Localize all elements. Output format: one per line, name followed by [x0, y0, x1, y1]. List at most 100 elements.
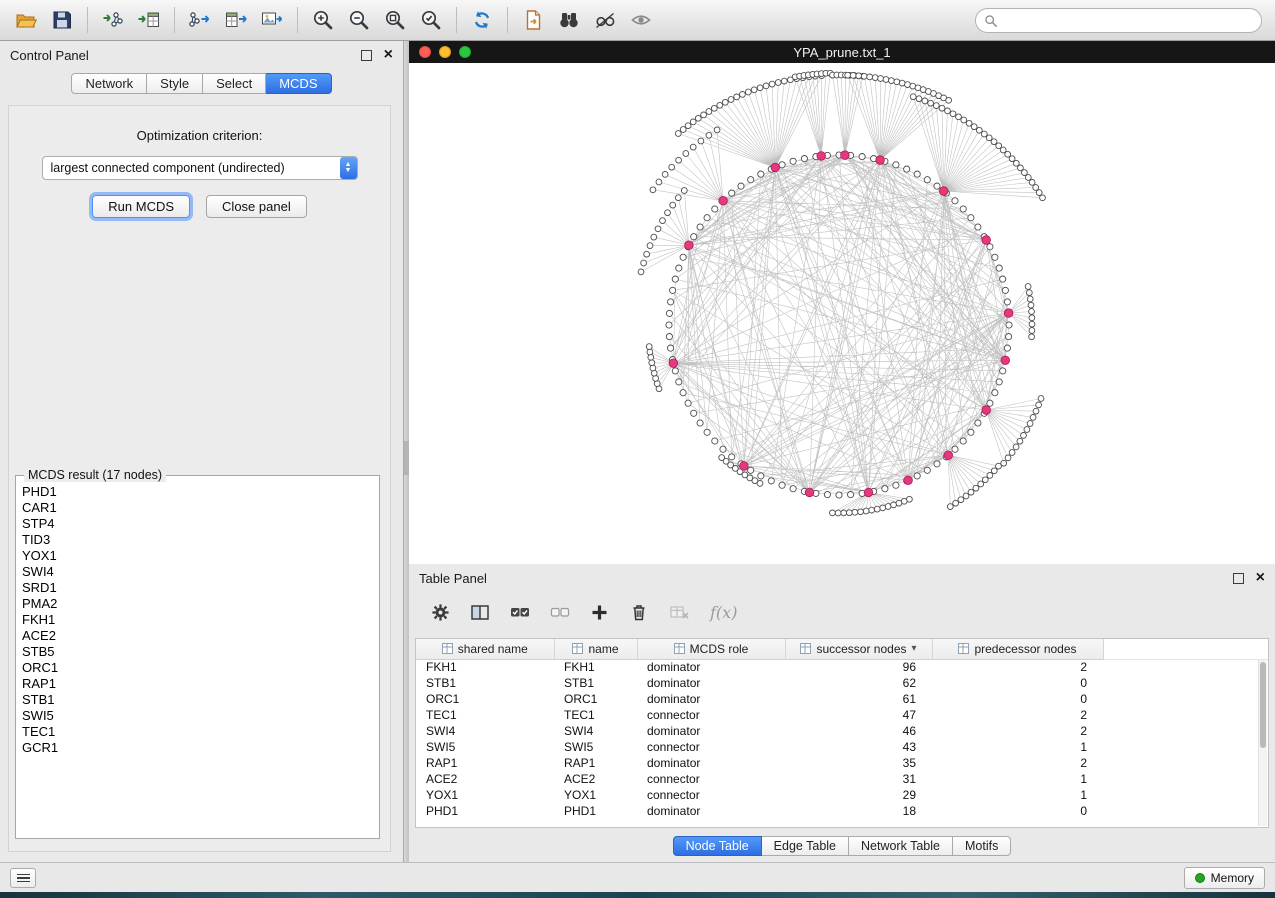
network-leaf-node[interactable] — [745, 89, 751, 95]
network-leaf-node[interactable] — [717, 102, 723, 108]
network-leaf-node[interactable] — [647, 243, 653, 249]
network-leaf-node[interactable] — [1026, 290, 1032, 296]
table-scrollbar-thumb[interactable] — [1260, 662, 1266, 748]
find-button[interactable] — [551, 4, 587, 36]
criterion-dropdown[interactable]: largest connected component (undirected)… — [42, 156, 358, 180]
zoom-fit-button[interactable] — [377, 4, 413, 36]
network-leaf-node[interactable] — [644, 251, 650, 257]
network-node[interactable] — [1004, 299, 1010, 305]
network-leaf-node[interactable] — [945, 108, 951, 114]
network-leaf-node[interactable] — [1033, 185, 1039, 191]
network-leaf-node[interactable] — [852, 509, 858, 515]
network-leaf-node[interactable] — [690, 119, 696, 125]
network-node[interactable] — [1000, 276, 1006, 282]
network-leaf-node[interactable] — [1021, 433, 1027, 439]
mcds-result-item[interactable]: TEC1 — [16, 724, 379, 740]
tab-style[interactable]: Style — [147, 73, 203, 94]
mcds-result-item[interactable]: CAR1 — [16, 500, 379, 516]
network-leaf-node[interactable] — [883, 77, 889, 83]
network-hub-node[interactable] — [771, 163, 780, 172]
network-leaf-node[interactable] — [757, 85, 763, 91]
network-node[interactable] — [893, 162, 899, 168]
network-node[interactable] — [704, 429, 710, 435]
network-leaf-node[interactable] — [987, 473, 993, 479]
network-leaf-node[interactable] — [650, 187, 656, 193]
mcds-result-item[interactable]: STP4 — [16, 516, 379, 532]
network-hub-node[interactable] — [817, 152, 826, 161]
zoom-window-button[interactable] — [459, 46, 471, 58]
table-row[interactable]: TEC1TEC1connector472 — [416, 707, 1268, 723]
network-node[interactable] — [1004, 345, 1010, 351]
network-leaf-node[interactable] — [683, 151, 689, 157]
network-node[interactable] — [666, 322, 672, 328]
network-leaf-node[interactable] — [722, 99, 728, 105]
export-image-button[interactable] — [254, 4, 290, 36]
network-leaf-node[interactable] — [1005, 151, 1011, 157]
network-leaf-node[interactable] — [763, 83, 769, 89]
network-node[interactable] — [882, 486, 888, 492]
network-node[interactable] — [680, 390, 686, 396]
network-node[interactable] — [691, 234, 697, 240]
select-all-icon[interactable] — [510, 603, 530, 621]
network-leaf-node[interactable] — [680, 127, 686, 133]
mcds-result-item[interactable]: STB1 — [16, 692, 379, 708]
import-network-button[interactable] — [95, 4, 131, 36]
network-leaf-node[interactable] — [769, 81, 775, 87]
network-leaf-node[interactable] — [1029, 321, 1035, 327]
network-leaf-node[interactable] — [695, 115, 701, 121]
network-node[interactable] — [924, 177, 930, 183]
network-hub-node[interactable] — [876, 156, 885, 165]
clone-network-button[interactable] — [515, 4, 551, 36]
network-node[interactable] — [720, 446, 726, 452]
network-leaf-node[interactable] — [894, 79, 900, 85]
mcds-result-item[interactable]: RAP1 — [16, 676, 379, 692]
network-leaf-node[interactable] — [740, 92, 746, 98]
network-leaf-node[interactable] — [880, 505, 886, 511]
network-node[interactable] — [672, 276, 678, 282]
network-node[interactable] — [924, 467, 930, 473]
network-node[interactable] — [992, 254, 998, 260]
network-leaf-node[interactable] — [650, 365, 656, 371]
float-table-panel-icon[interactable] — [1233, 573, 1244, 584]
network-node[interactable] — [676, 379, 682, 385]
network-leaf-node[interactable] — [1000, 147, 1006, 153]
table-row[interactable]: PHD1PHD1dominator180 — [416, 803, 1268, 819]
network-leaf-node[interactable] — [1029, 334, 1035, 340]
mcds-result-item[interactable]: SWI4 — [16, 564, 379, 580]
network-leaf-node[interactable] — [665, 210, 671, 216]
network-node[interactable] — [697, 420, 703, 426]
network-canvas[interactable] — [409, 63, 1275, 564]
network-node[interactable] — [987, 244, 993, 250]
network-leaf-node[interactable] — [956, 114, 962, 120]
network-leaf-node[interactable] — [638, 269, 644, 275]
mcds-result-item[interactable]: SRD1 — [16, 580, 379, 596]
network-leaf-node[interactable] — [670, 202, 676, 208]
task-history-button[interactable] — [10, 868, 36, 888]
network-leaf-node[interactable] — [1029, 309, 1035, 315]
network-hub-node[interactable] — [685, 241, 694, 250]
network-node[interactable] — [904, 166, 910, 172]
network-node[interactable] — [1002, 287, 1008, 293]
network-leaf-node[interactable] — [669, 164, 675, 170]
close-panel-icon[interactable]: × — [384, 49, 393, 61]
network-leaf-node[interactable] — [647, 349, 653, 355]
network-leaf-node[interactable] — [966, 120, 972, 126]
column-header-predecessor-nodes[interactable]: predecessor nodes — [932, 639, 1103, 659]
mcds-result-item[interactable]: ACE2 — [16, 628, 379, 644]
table-row[interactable]: YOX1YOX1connector291 — [416, 787, 1268, 803]
network-leaf-node[interactable] — [961, 117, 967, 123]
network-node[interactable] — [697, 224, 703, 230]
refresh-view-button[interactable] — [464, 4, 500, 36]
network-node[interactable] — [934, 461, 940, 467]
network-leaf-node[interactable] — [685, 123, 691, 129]
network-leaf-node[interactable] — [751, 87, 757, 93]
network-node[interactable] — [960, 438, 966, 444]
network-leaf-node[interactable] — [1025, 175, 1031, 181]
zoom-in-button[interactable] — [305, 4, 341, 36]
network-leaf-node[interactable] — [861, 73, 867, 79]
network-node[interactable] — [952, 198, 958, 204]
mcds-result-item[interactable]: GCR1 — [16, 740, 379, 756]
close-window-button[interactable] — [419, 46, 431, 58]
network-hub-node[interactable] — [805, 488, 814, 497]
export-table-button[interactable] — [218, 4, 254, 36]
